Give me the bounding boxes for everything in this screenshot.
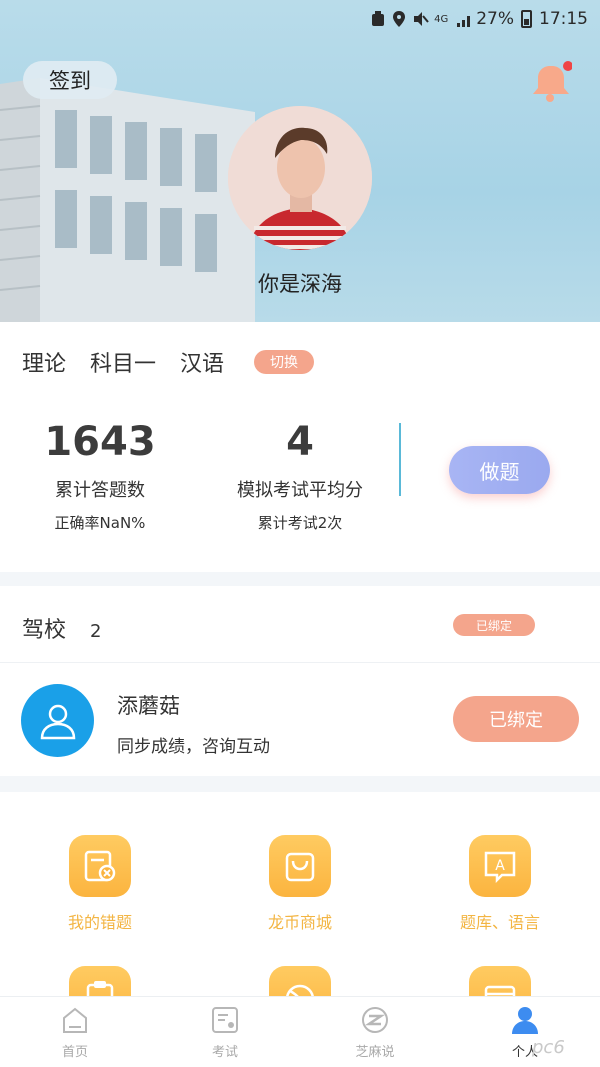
- watermark: pc6: [532, 1037, 565, 1058]
- divider: [0, 662, 600, 663]
- grid-label-shop: 龙币商城: [267, 913, 332, 932]
- answered-count: 1643: [44, 419, 156, 465]
- accuracy-text: 正确率NaN%: [54, 514, 146, 532]
- mute-icon: [413, 11, 429, 27]
- school-count: 2: [90, 621, 102, 642]
- feature-grid: 我的错题 龙币商城 A 题库、语言: [0, 792, 600, 1002]
- answered-label: 累计答题数: [55, 480, 145, 501]
- answered-stat: 1643 累计答题数 正确率NaN%: [0, 418, 200, 533]
- exam-icon: [209, 1005, 241, 1035]
- average-score-label: 模拟考试平均分: [237, 480, 363, 501]
- coach-name: 添蘑菇: [117, 694, 180, 718]
- profile-header: 4G 27% 17:15 签到 你是深海: [0, 0, 600, 322]
- tab-chinese[interactable]: 汉语: [180, 346, 224, 378]
- theory-card: 理论 科目一 汉语 切换 1643 累计答题数 正确率NaN% 4 模拟考试平均…: [0, 322, 600, 572]
- average-score: 4: [286, 419, 314, 465]
- bottom-tab-bar: 首页 考试 芝麻说 个人: [0, 996, 600, 1067]
- driving-school-card: 驾校 2 已绑定 添蘑菇 同步成绩，咨询互动 已绑定: [0, 586, 600, 776]
- do-questions-button[interactable]: 做题: [449, 446, 550, 494]
- network-label: 4G: [434, 13, 449, 25]
- wrong-questions-icon: [69, 835, 131, 897]
- coach-avatar[interactable]: [21, 684, 94, 757]
- svg-text:A: A: [495, 858, 505, 874]
- person-icon: [509, 1005, 541, 1035]
- home-icon: [59, 1005, 91, 1035]
- switch-button[interactable]: 切换: [254, 350, 315, 374]
- grid-item-question-bank[interactable]: A 题库、语言: [420, 835, 580, 933]
- battery-percent: 27%: [476, 9, 514, 29]
- nav-zhima-label: 芝麻说: [355, 1045, 395, 1060]
- school-title: 驾校: [22, 618, 67, 643]
- subject-tabs: 理论 科目一 汉语 切换: [22, 346, 315, 378]
- school-header: 驾校 2: [22, 612, 101, 644]
- status-bar: 4G 27% 17:15: [371, 6, 588, 32]
- avatar[interactable]: [228, 106, 372, 250]
- exam-count-text: 累计考试2次: [257, 514, 343, 532]
- notification-bell-icon[interactable]: [532, 60, 572, 104]
- nav-exam[interactable]: 考试: [175, 1005, 275, 1060]
- zhima-icon: [359, 1005, 391, 1035]
- coach-description: 同步成绩，咨询互动: [117, 737, 270, 757]
- question-bank-icon: A: [469, 835, 531, 897]
- nav-zhima[interactable]: 芝麻说: [325, 1005, 425, 1060]
- signal-icon: [455, 11, 471, 27]
- location-icon: [392, 11, 406, 27]
- grid-label-wrong-questions: 我的错题: [67, 913, 132, 932]
- nav-home[interactable]: 首页: [25, 1005, 125, 1060]
- signin-button[interactable]: 签到: [23, 61, 117, 99]
- tab-subject-one[interactable]: 科目一: [90, 346, 156, 378]
- tab-theory[interactable]: 理论: [22, 346, 66, 378]
- recycle-icon: [371, 11, 385, 27]
- nav-home-label: 首页: [61, 1045, 88, 1060]
- grid-label-question-bank: 题库、语言: [459, 913, 540, 932]
- grid-item-shop[interactable]: 龙币商城: [220, 835, 380, 933]
- bound-button[interactable]: 已绑定: [453, 696, 579, 742]
- battery-icon: [521, 10, 532, 28]
- stat-divider: [399, 423, 401, 496]
- nav-exam-label: 考试: [211, 1045, 238, 1060]
- clock: 17:15: [539, 9, 588, 29]
- grid-item-wrong-questions[interactable]: 我的错题: [20, 835, 180, 933]
- exam-stat: 4 模拟考试平均分 累计考试2次: [200, 418, 400, 533]
- shopping-bag-icon: [269, 835, 331, 897]
- bound-badge: 已绑定: [453, 614, 535, 636]
- user-icon: [40, 704, 75, 739]
- username: 你是深海: [258, 272, 342, 296]
